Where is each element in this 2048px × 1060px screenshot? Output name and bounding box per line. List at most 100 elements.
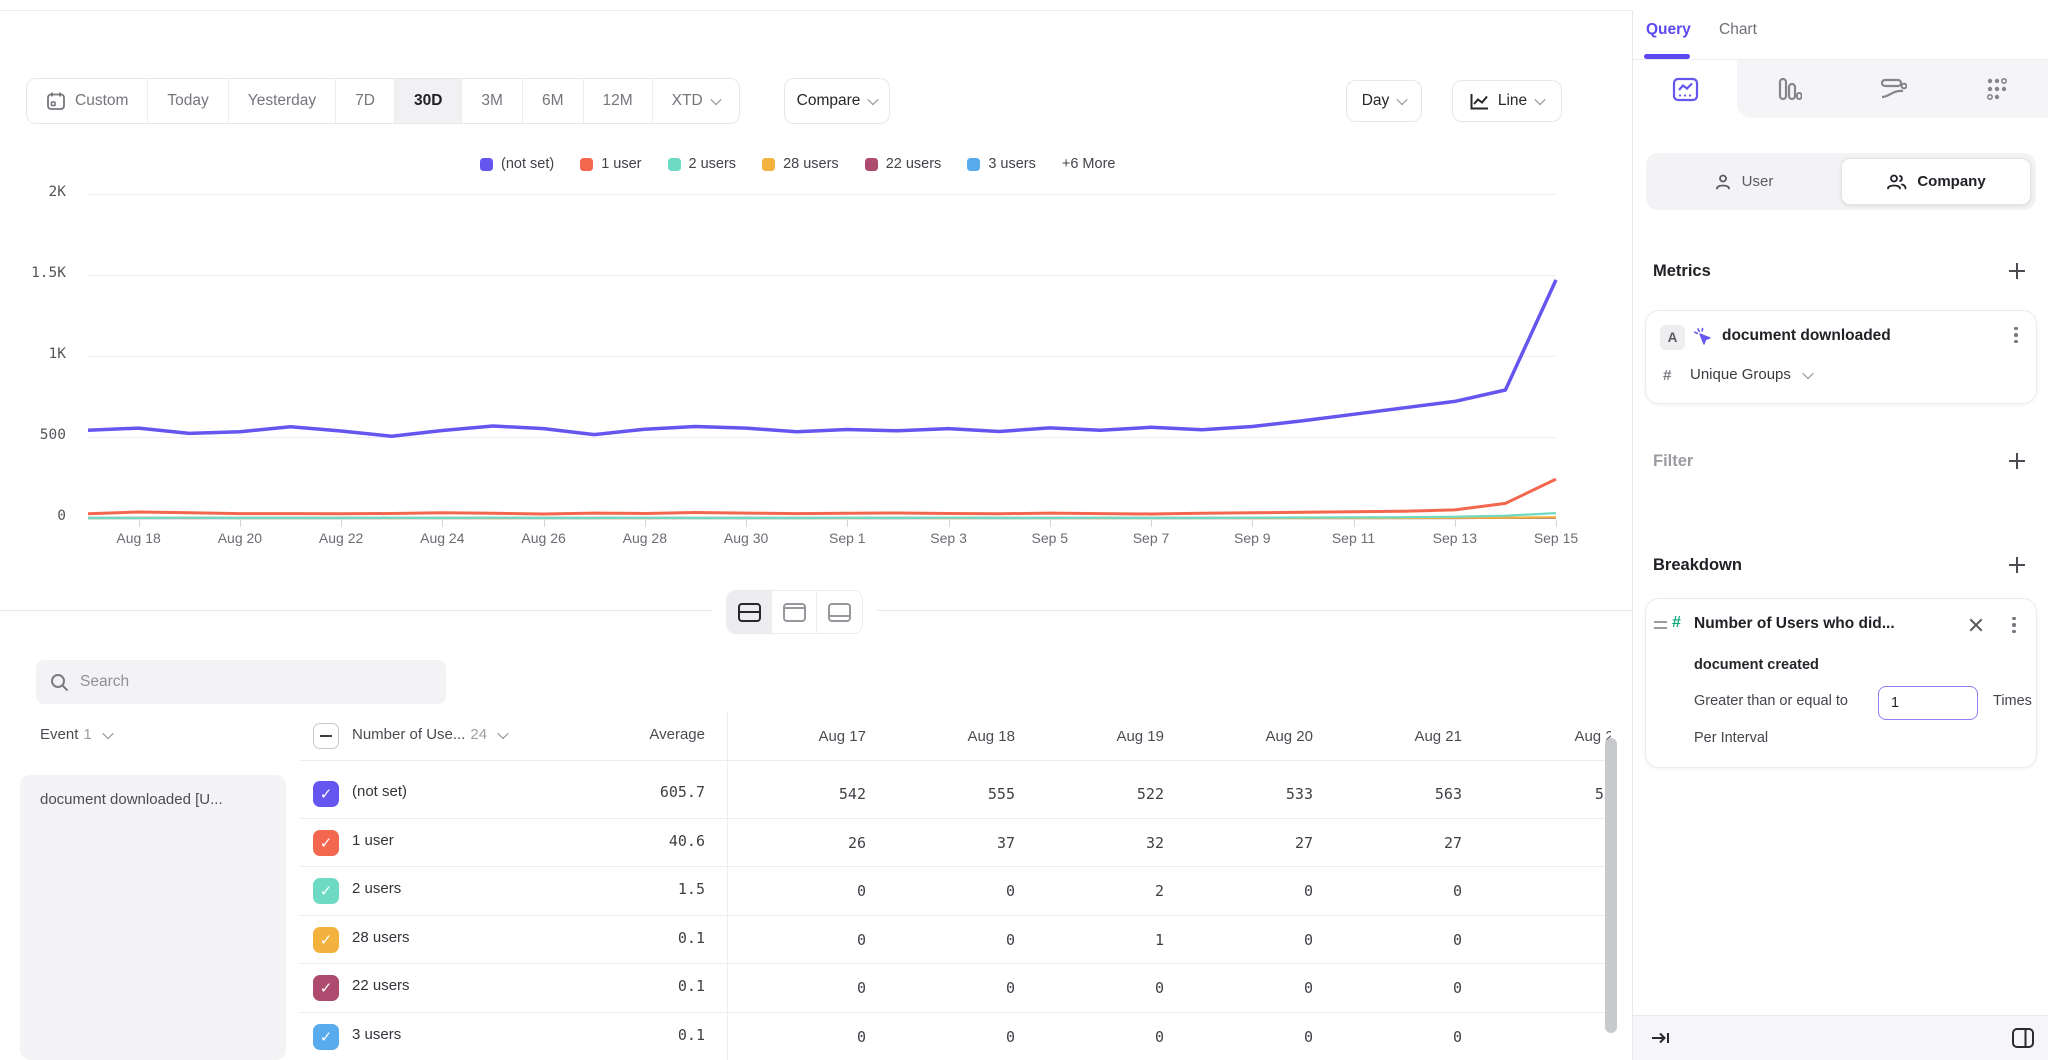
row-date-values: 542555522533563537 [727,770,1611,819]
breakdown-card[interactable]: # Number of Users who did... document cr… [1645,598,2037,768]
select-all-checkbox[interactable] [313,723,339,749]
search-field[interactable] [36,660,446,704]
value-cell: 0 [727,1013,866,1060]
breakdown-section-title: Breakdown [1653,556,1742,575]
date-column-header: Aug 18 [866,712,1015,760]
table-header: Event1 Number of Use...24 Average Aug 17… [0,712,1632,760]
series-checkbox[interactable]: ✓ [313,878,339,904]
date-column-header: Aug 17 [727,712,866,760]
table-scrollbar[interactable] [1605,738,1617,1033]
value-cell: 37 [866,819,1015,868]
query-panel: Query Chart [1632,10,2048,1060]
value-cell: 0 [1313,867,1462,916]
collapse-panel-icon[interactable] [1651,1029,1671,1047]
series-column-header[interactable]: Number of Use...24 [352,726,507,743]
series-checkbox[interactable]: ✓ [313,1024,339,1050]
value-cell: 533 [1164,770,1313,819]
event-column-header[interactable]: Event1 [40,726,112,743]
table-row[interactable]: ✓22 users0.1000000 [300,964,1611,1013]
company-label: Company [1917,173,1985,190]
value-cell: 0 [1462,916,1611,965]
breakdown-menu-icon[interactable] [2006,615,2022,635]
metric-event-name: document downloaded [1722,327,1891,345]
table-row[interactable]: ✓1 user40.6263732272726 [300,819,1611,868]
times-value-input[interactable] [1878,686,1978,720]
chart-type-bar-tab[interactable] [1737,60,1841,118]
add-breakdown-button[interactable] [2008,556,2026,574]
active-tab-underline [1644,54,1690,59]
value-cell: 1 [1015,916,1164,965]
value-cell: 0 [1313,964,1462,1013]
chart-type-scatter-tab[interactable] [1945,60,2048,118]
layout-bottom-icon [828,603,851,622]
series-checkbox[interactable]: ✓ [313,975,339,1001]
event-col-count: 1 [83,726,91,743]
series-label: (not set) [352,783,407,800]
chart-type-line-tab[interactable] [1633,60,1737,118]
average-value: 40.6 [500,832,705,850]
layout-top-button[interactable] [772,591,817,633]
value-cell: 0 [1015,964,1164,1013]
value-cell: 0 [1164,916,1313,965]
search-input[interactable] [80,673,410,691]
chevron-down-icon [1802,368,1813,379]
analytics-app: CustomTodayYesterday7D30D3M6M12MXTD Comp… [0,0,2048,1060]
table-row[interactable]: ✓28 users0.1001000 [300,916,1611,965]
layout-split-button[interactable] [727,591,772,633]
average-value: 1.5 [500,880,705,898]
layout-bottom-button[interactable] [817,591,862,633]
value-cell: 0 [727,964,866,1013]
value-cell: 0 [1164,964,1313,1013]
average-value: 0.1 [500,1026,705,1044]
company-segment[interactable]: Company [1841,158,2031,205]
chart-type-flow-tab[interactable] [1841,60,1945,118]
hash-icon: # [1672,614,1681,632]
remove-breakdown-icon[interactable] [1968,617,1984,633]
series-checkbox[interactable]: ✓ [313,927,339,953]
chart-type-tabs [1633,60,2048,118]
value-cell: 0 [1462,1013,1611,1060]
measure-dropdown[interactable]: Unique Groups [1690,366,1812,383]
table-row[interactable]: ✓(not set)605.7542555522533563537 [300,770,1611,819]
table-row[interactable]: ✓ 2 users 1.5 002000 [300,867,1611,916]
drag-handle-icon[interactable] [1654,621,1667,629]
series-checkbox[interactable]: ✓ [313,781,339,807]
value-cell: 27 [1313,819,1462,868]
add-metric-button[interactable] [2008,262,2026,280]
series-label: 2 users [352,880,401,897]
group-by-toggle: User Company [1646,153,2036,210]
value-cell: 563 [1313,770,1462,819]
add-filter-button[interactable] [2008,452,2026,470]
side-panel-icon[interactable] [2011,1027,2035,1049]
per-interval-label: Per Interval [1694,730,1768,746]
metric-menu-icon[interactable] [2008,325,2024,345]
value-cell: 537 [1462,770,1611,819]
panel-footer [1633,1015,2048,1060]
value-cell: 0 [1164,867,1313,916]
value-cell: 0 [1015,1013,1164,1060]
tab-chart[interactable]: Chart [1719,21,1757,39]
tab-query[interactable]: Query [1646,21,1691,39]
series-checkbox[interactable]: ✓ [313,830,339,856]
metric-card[interactable]: A document downloaded # Unique Groups [1645,310,2037,404]
bar-chart-icon [1776,76,1802,102]
value-cell: 0 [866,1013,1015,1060]
date-column-headers: Aug 17Aug 18Aug 19Aug 20Aug 21Aug 22 [727,712,1611,760]
table-row[interactable]: ✓3 users0.1000000 [300,1013,1611,1060]
value-cell: 0 [1313,916,1462,965]
row-date-values: 002000 [727,867,1611,916]
row-date-values: 001000 [727,916,1611,965]
value-cell: 0 [727,916,866,965]
event-pointer-icon [1693,327,1713,347]
chart-canvas[interactable] [0,0,1632,560]
value-cell: 542 [727,770,866,819]
event-cell[interactable]: document downloaded [U... [20,775,286,1060]
series-label: 22 users [352,977,410,994]
date-column-header: Aug 21 [1313,712,1462,760]
average-column-header: Average [500,726,705,743]
date-column-header: Aug 20 [1164,712,1313,760]
user-segment[interactable]: User [1646,158,1841,205]
hash-icon: # [1663,367,1671,384]
row-date-values: 263732272726 [727,819,1611,868]
layout-toggle-group [712,584,877,640]
